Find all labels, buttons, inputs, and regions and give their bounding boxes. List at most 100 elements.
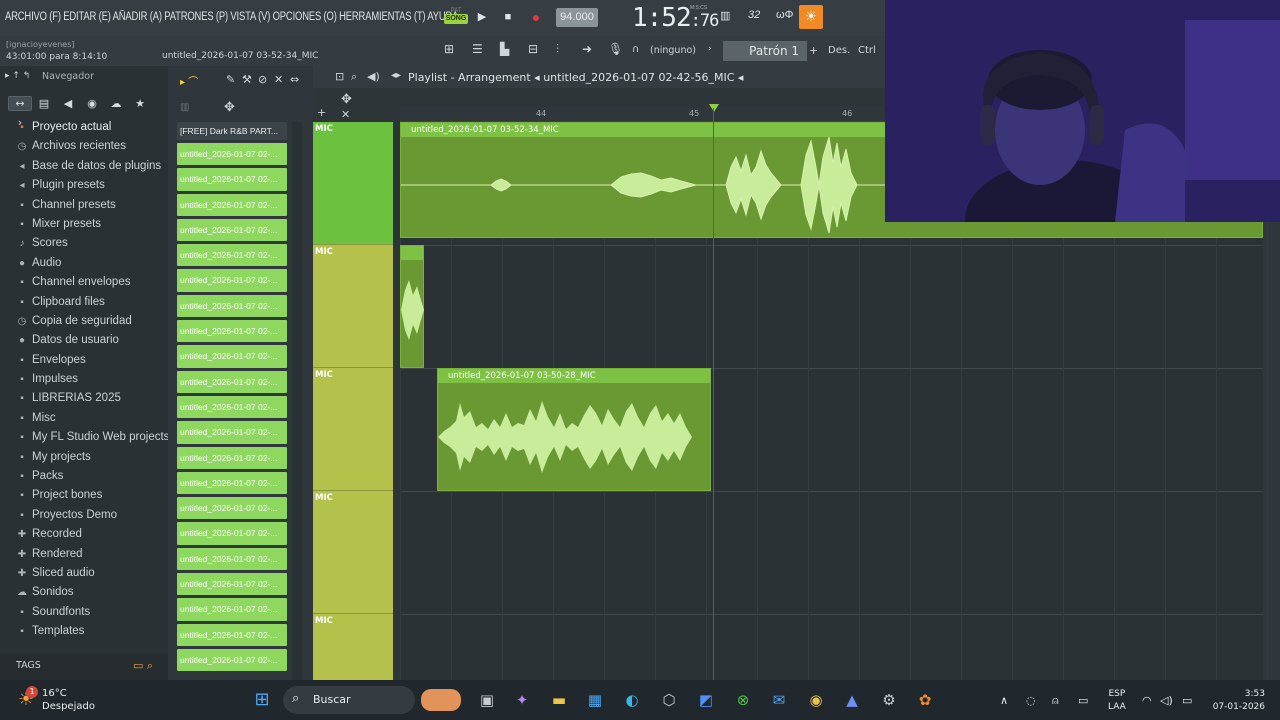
browser-item[interactable]: ▪ Channel presets	[0, 196, 168, 215]
xbox-icon[interactable]: ⊗	[731, 688, 755, 712]
app-triangle-icon[interactable]: ▲	[840, 688, 864, 712]
pat-song-toggle[interactable]: PAT SONG	[444, 8, 468, 28]
channel-button[interactable]: untitled_2026-01-07 02-...	[177, 345, 287, 368]
browser-item[interactable]: ◂ Plugin presets	[0, 176, 168, 195]
channel-button[interactable]: untitled_2026-01-07 02-...	[177, 598, 287, 621]
channel-button[interactable]: untitled_2026-01-07 02-...	[177, 168, 287, 191]
task-view-icon[interactable]: ▣	[475, 688, 499, 712]
undo-button[interactable]: Des.	[828, 45, 850, 56]
browser-item[interactable]: ✚ Rendered	[0, 545, 168, 564]
browser-item[interactable]: ● Audio	[0, 254, 168, 273]
browser-item[interactable]: ▪ Proyectos Demo	[0, 506, 168, 525]
weather-desc[interactable]: Despejado	[42, 701, 95, 712]
channel-button[interactable]: untitled_2026-01-07 02-...	[177, 218, 287, 242]
channel-button[interactable]: untitled_2026-01-07 02-...	[177, 446, 287, 469]
browser-item[interactable]: ▪ Envelopes	[0, 351, 168, 370]
windows-start-icon[interactable]: ⊞	[250, 688, 274, 712]
main-menu[interactable]: ARCHIVO (F) EDITAR (E) AÑADIR (A) PATRON…	[5, 11, 458, 23]
track-header[interactable]: MIC	[313, 122, 393, 245]
browser-item[interactable]: ▪ Proyecto actual	[0, 118, 168, 137]
channel-header[interactable]: [FREE] Dark R&B PART...	[177, 122, 287, 140]
channel-button[interactable]: untitled_2026-01-07 02-...	[177, 395, 287, 419]
store-icon[interactable]: ▦	[583, 688, 607, 712]
sun-icon[interactable]: ☀	[799, 5, 823, 29]
system-clock[interactable]: 3:53 07-01-2026	[1210, 688, 1265, 714]
arrow-right-icon[interactable]: ➜	[582, 42, 592, 56]
track-header[interactable]: MIC	[313, 614, 393, 680]
mute-icon[interactable]: ✕	[274, 73, 283, 86]
browser-item[interactable]: ▪ Templates	[0, 622, 168, 641]
weather-temp[interactable]: 16°C	[42, 688, 67, 699]
channel-button[interactable]: untitled_2026-01-07 02-...	[177, 497, 287, 520]
playlist-view-icon[interactable]: ⊞	[444, 42, 454, 56]
browser-item[interactable]: ▪ Clipboard files	[0, 293, 168, 312]
browser-item[interactable]: ◷ Archivos recientes	[0, 137, 168, 156]
app-icon[interactable]: ⬡	[657, 688, 681, 712]
battery-icon[interactable]: ▭	[1182, 694, 1192, 707]
channel-button[interactable]: untitled_2026-01-07 02-...	[177, 522, 287, 545]
cloud-filter-icon[interactable]: ☁	[104, 97, 128, 110]
playlist-toolbar-icons[interactable]: ▸ ⌒	[180, 73, 198, 88]
close-icon[interactable]: ✕	[341, 108, 350, 121]
star-icon[interactable]: ★	[128, 97, 152, 110]
ctrl-button[interactable]: Ctrl	[858, 45, 876, 56]
browser-menu-icon[interactable]: ▸ ↑ ↰	[5, 71, 30, 81]
browser-item[interactable]: ☁ Sonidos	[0, 583, 168, 602]
audio-clip-short[interactable]	[400, 245, 424, 368]
channel-button[interactable]: untitled_2026-01-07 02-...	[177, 573, 287, 596]
browser-item[interactable]: ✚ Recorded	[0, 525, 168, 544]
track-header[interactable]: MIC	[313, 368, 393, 491]
chrome-icon[interactable]: ◉	[804, 688, 828, 712]
browser-item[interactable]: ✚ Sliced audio	[0, 564, 168, 583]
channel-button[interactable]: untitled_2026-01-07 02-...	[177, 143, 287, 166]
bluetooth-icon[interactable]: ◌	[1026, 694, 1036, 707]
browser-item[interactable]: ♪ Scores	[0, 234, 168, 253]
sliders-icon[interactable]: ⫶	[556, 42, 559, 57]
channel-button[interactable]: untitled_2026-01-07 02-...	[177, 421, 287, 444]
channel-button[interactable]: untitled_2026-01-07 02-...	[177, 623, 287, 646]
slip-icon[interactable]: ⇔	[290, 73, 299, 86]
mixer-icon[interactable]: ⊟	[528, 42, 538, 56]
speaker-icon[interactable]: ◀	[56, 97, 80, 110]
play-icon[interactable]: ▶	[474, 9, 490, 25]
settings-icon[interactable]: ⚙	[877, 688, 901, 712]
channel-scrollbar[interactable]	[292, 122, 302, 682]
browser-item[interactable]: ◷ Copia de seguridad	[0, 312, 168, 331]
track-header[interactable]: MIC	[313, 491, 393, 614]
copilot-icon[interactable]: ✦	[510, 688, 534, 712]
fl-studio-icon[interactable]: ✿	[913, 688, 937, 712]
edge-icon[interactable]: ◐	[620, 688, 644, 712]
plugin-filter-icon[interactable]: ◉	[80, 97, 104, 110]
channel-rack-icon[interactable]: ☰	[472, 42, 483, 56]
browser-item[interactable]: ▪ Packs	[0, 467, 168, 486]
stop-icon[interactable]: ■	[500, 9, 516, 25]
add-pattern-icon[interactable]: +	[809, 44, 818, 57]
volume-icon[interactable]: ◁)	[1160, 694, 1173, 707]
taskbar-search[interactable]: ⌕ Buscar	[283, 686, 461, 714]
file-icon[interactable]: ▤	[32, 97, 56, 110]
display-icon[interactable]: ▭	[1078, 694, 1088, 707]
file-explorer-icon[interactable]: ▬	[547, 688, 571, 712]
channel-button[interactable]: untitled_2026-01-07 02-...	[177, 370, 287, 393]
pencil-icon[interactable]: ✎	[226, 73, 235, 86]
channel-button[interactable]: untitled_2026-01-07 02-...	[177, 269, 287, 292]
record-icon[interactable]: ●	[528, 9, 544, 25]
track-header[interactable]: MIC	[313, 245, 393, 368]
input-language[interactable]: ESP LAA	[1108, 688, 1126, 714]
playlist-arrow-icon[interactable]: ◂▸	[391, 70, 401, 81]
channel-button[interactable]: untitled_2026-01-07 02-...	[177, 320, 287, 343]
all-filter-icon[interactable]: ↔	[8, 96, 32, 111]
playhead-marker[interactable]	[709, 104, 719, 112]
microphone-icon[interactable]: 🎙	[608, 42, 623, 56]
browser-item[interactable]: ● Datos de usuario	[0, 331, 168, 350]
channel-button[interactable]: untitled_2026-01-07 02-...	[177, 193, 287, 216]
browser-item[interactable]: ◂ Base de datos de plugins	[0, 157, 168, 176]
channel-button[interactable]: untitled_2026-01-07 02-...	[177, 648, 287, 672]
browser-item[interactable]: ▪ Project bones	[0, 486, 168, 505]
browser-item[interactable]: ▪ Impulses	[0, 370, 168, 389]
browser-item[interactable]: ▪ Misc	[0, 409, 168, 428]
browser-item[interactable]: ▪ Soundfonts	[0, 603, 168, 622]
browser-item[interactable]: ▪ Mixer presets	[0, 215, 168, 234]
chevron-right-icon[interactable]: ›	[708, 44, 712, 54]
channel-button[interactable]: untitled_2026-01-07 02-...	[177, 244, 287, 267]
